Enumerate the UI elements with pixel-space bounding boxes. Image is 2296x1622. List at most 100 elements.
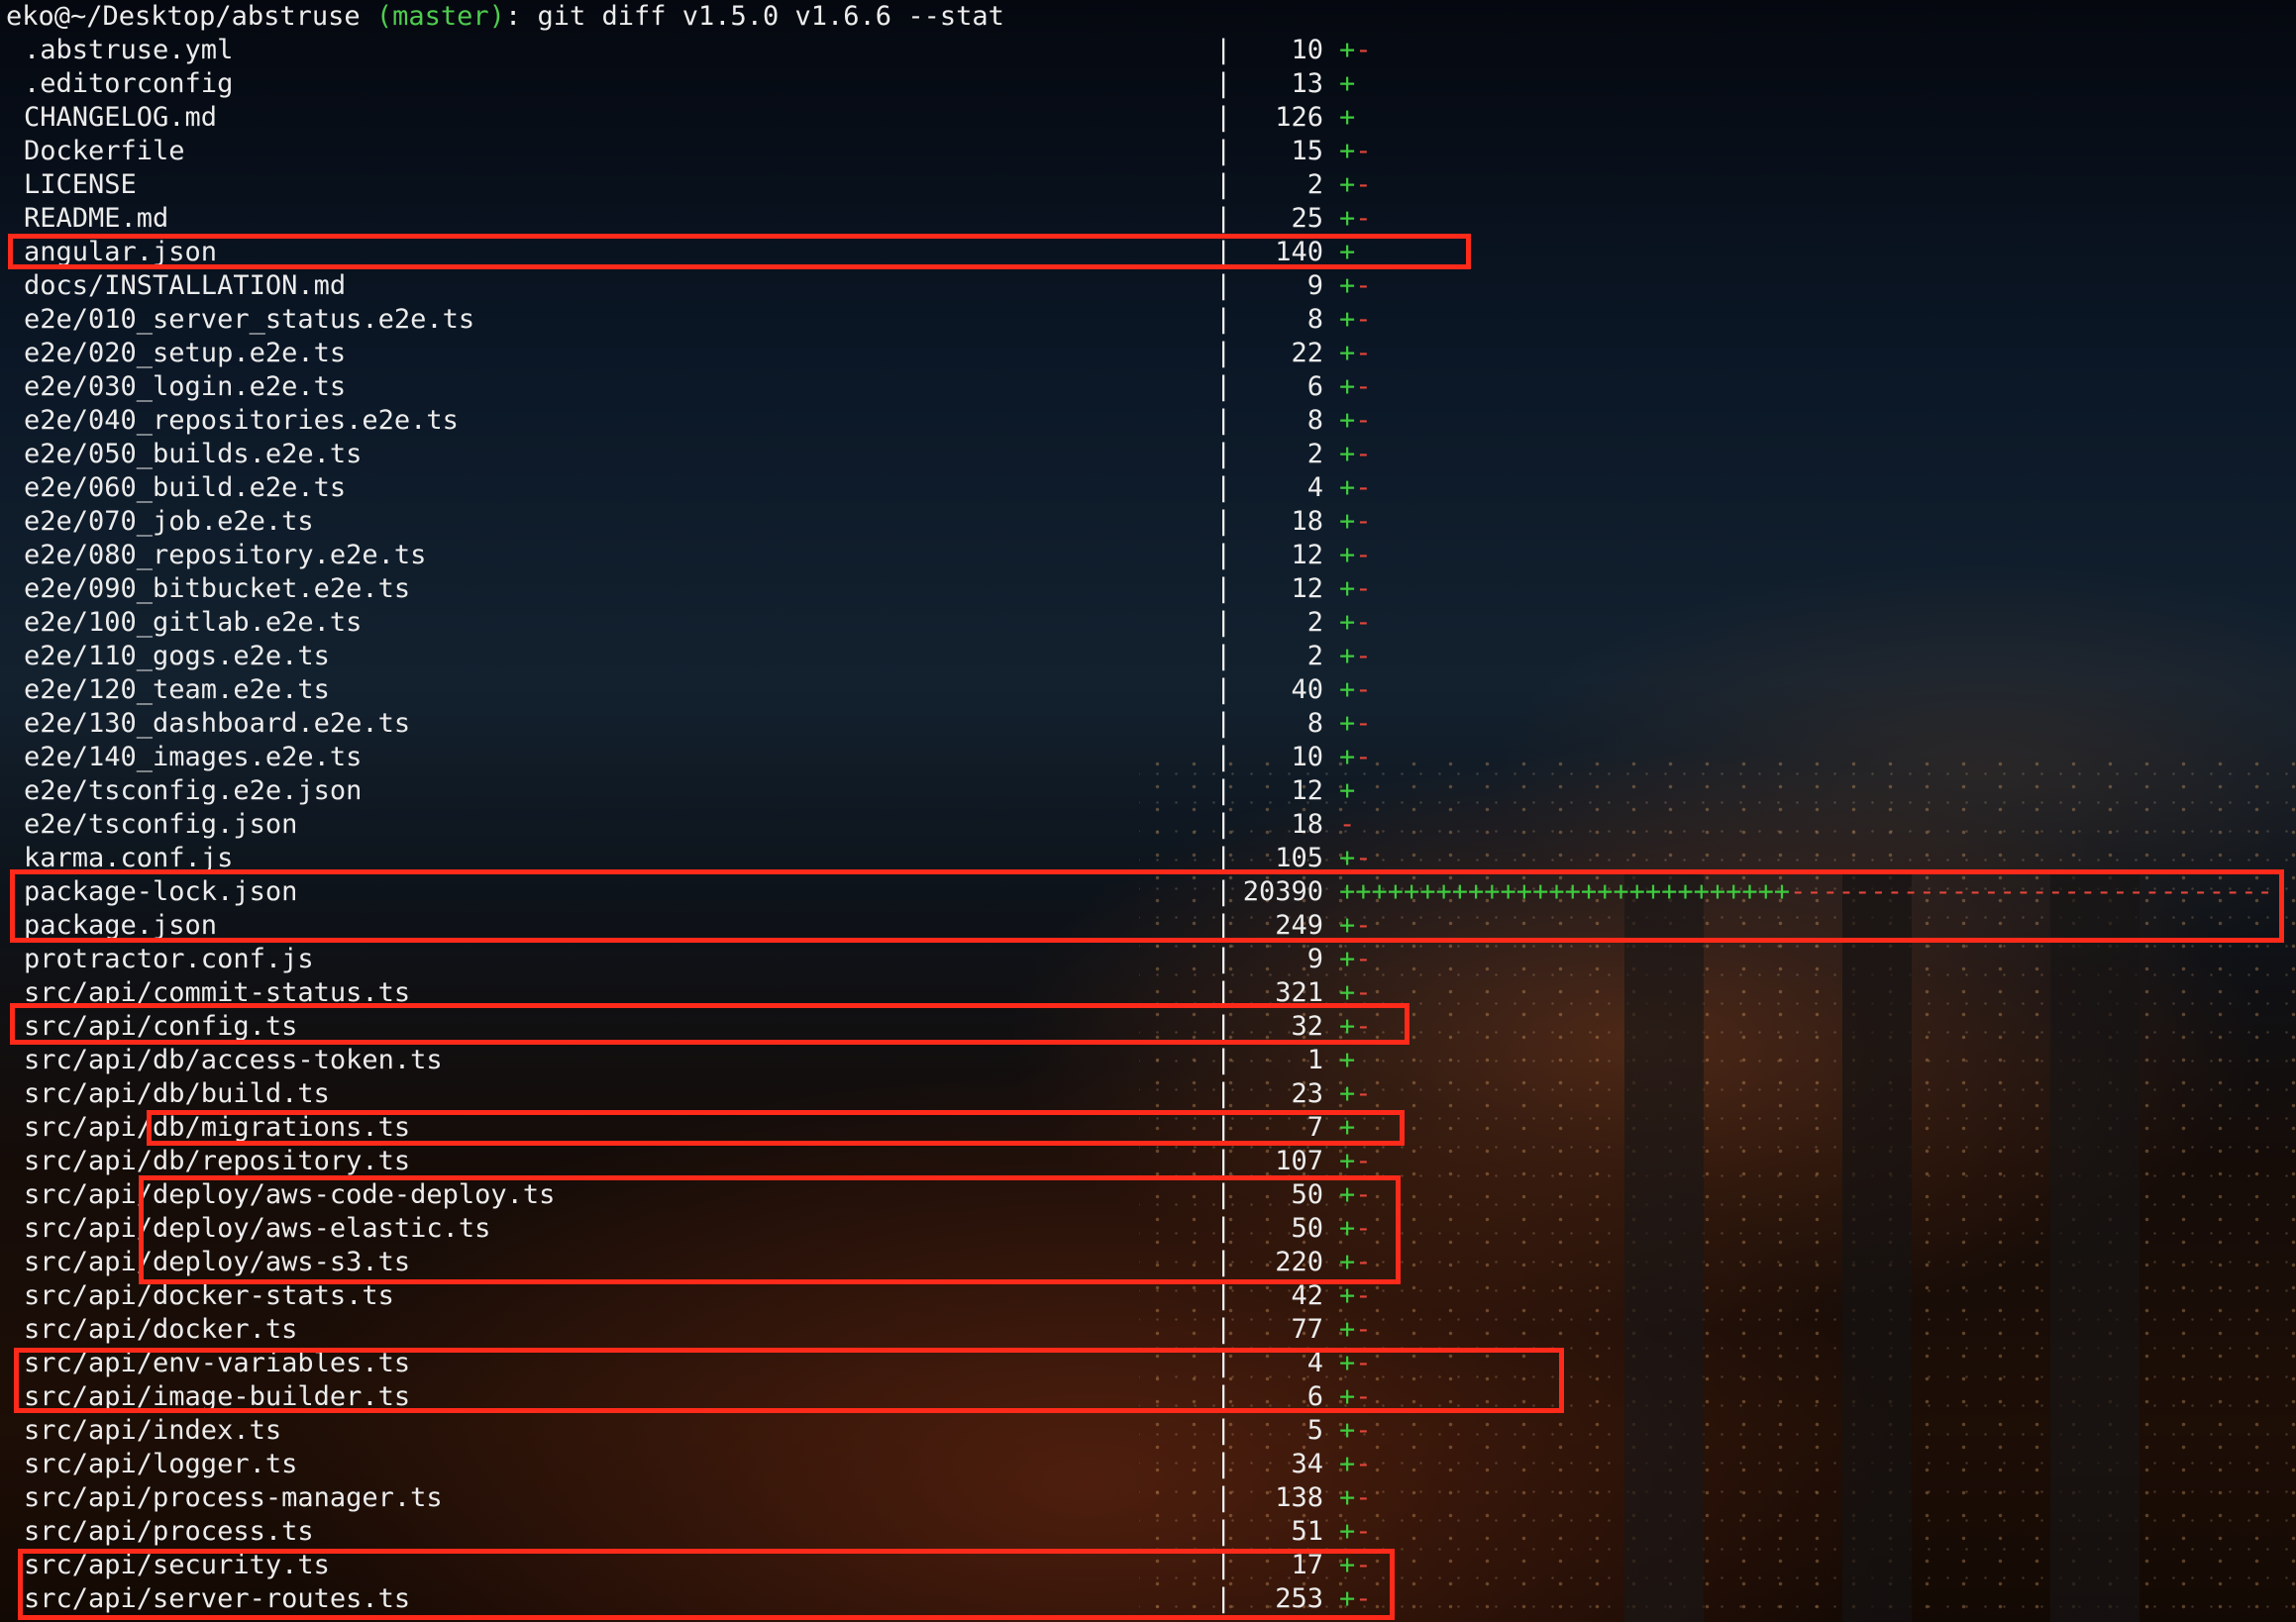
change-count: 140	[1275, 237, 1323, 267]
file-path: e2e/020_setup.e2e.ts	[24, 338, 347, 368]
change-graph: +-	[1339, 337, 1372, 370]
shell-prompt: eko@~/Desktop/abstruse (master): git dif…	[6, 0, 1004, 34]
change-count: 15	[1291, 136, 1323, 166]
deletions-marker: -	[1355, 439, 1372, 469]
change-count: 126	[1275, 102, 1323, 133]
file-path: src/api/deploy/aws-code-deploy.ts	[24, 1179, 556, 1210]
file-path: e2e/070_job.e2e.ts	[24, 506, 314, 537]
file-path: karma.conf.js	[24, 843, 234, 873]
change-count: 107	[1275, 1146, 1323, 1176]
file-path: package-lock.json	[24, 876, 298, 907]
change-count: 253	[1275, 1583, 1323, 1614]
change-graph: +-	[1339, 34, 1372, 67]
file-path: e2e/tsconfig.json	[24, 809, 298, 840]
file-path: LICENSE	[24, 169, 137, 200]
deletions-marker: -	[1355, 674, 1372, 705]
change-count: 2	[1306, 439, 1323, 469]
insertions-marker: +	[1339, 1381, 1356, 1412]
change-count: 40	[1291, 674, 1323, 705]
file-path: src/api/commit-status.ts	[24, 977, 411, 1008]
insertions-marker: +	[1339, 910, 1356, 941]
change-count: 10	[1291, 742, 1323, 772]
file-path: src/api/image-builder.ts	[24, 1381, 411, 1412]
file-path: e2e/010_server_status.e2e.ts	[24, 304, 475, 335]
insertions-marker: +	[1339, 472, 1356, 503]
deletions-marker: -	[1355, 1415, 1372, 1446]
file-path: src/api/process-manager.ts	[24, 1482, 443, 1513]
change-graph: +	[1339, 236, 1355, 269]
change-count: 321	[1275, 977, 1323, 1008]
deletions-marker: -	[1355, 944, 1372, 974]
insertions-marker: +	[1339, 136, 1356, 166]
file-path: src/api/db/repository.ts	[24, 1146, 411, 1176]
deletions-marker: -	[1355, 1381, 1372, 1412]
change-graph: +-	[1339, 135, 1372, 168]
insertions-marker: +	[1339, 203, 1356, 234]
change-graph: +-	[1339, 471, 1372, 505]
file-path: src/api/db/access-token.ts	[24, 1045, 443, 1075]
deletions-marker: -	[1355, 910, 1372, 941]
change-graph: +-	[1339, 202, 1372, 236]
change-graph: +-	[1339, 1448, 1372, 1481]
change-graph: +-	[1339, 842, 1372, 875]
insertions-marker: ++++++++++++++++++++++++++++	[1339, 876, 1791, 907]
insertions-marker: +	[1339, 1078, 1356, 1109]
insertions-marker: +	[1339, 775, 1356, 806]
change-graph: +-	[1339, 606, 1372, 640]
insertions-marker: +	[1339, 1213, 1356, 1244]
deletions-marker: -	[1355, 843, 1372, 873]
change-count: 105	[1275, 843, 1323, 873]
deletions-marker: -	[1355, 472, 1372, 503]
insertions-marker: +	[1339, 169, 1356, 200]
deletions-marker: -	[1355, 1247, 1372, 1277]
file-path: e2e/040_repositories.e2e.ts	[24, 405, 459, 436]
change-count: 50	[1291, 1213, 1323, 1244]
change-graph: +-	[1339, 1279, 1372, 1313]
file-path: src/api/security.ts	[24, 1550, 330, 1580]
file-path: e2e/110_gogs.e2e.ts	[24, 641, 330, 671]
change-graph: +-	[1339, 1212, 1372, 1246]
file-path: src/api/docker-stats.ts	[24, 1280, 394, 1311]
file-path: src/api/server-routes.ts	[24, 1583, 411, 1614]
insertions-marker: +	[1339, 977, 1356, 1008]
change-count: 2	[1306, 169, 1323, 200]
deletions-marker: -	[1355, 1583, 1372, 1614]
file-path: Dockerfile	[24, 136, 185, 166]
change-count: 32	[1291, 1011, 1323, 1042]
insertions-marker: +	[1339, 35, 1356, 65]
change-count: 42	[1291, 1280, 1323, 1311]
change-count: 9	[1306, 944, 1323, 974]
change-graph: +-	[1339, 909, 1372, 943]
change-graph: +-	[1339, 572, 1372, 606]
change-graph: +-	[1339, 1515, 1372, 1549]
deletions-marker: -	[1355, 1146, 1372, 1176]
insertions-marker: +	[1339, 1550, 1356, 1580]
prompt-user-path: eko@~/Desktop/abstruse	[6, 1, 361, 32]
insertions-marker: +	[1339, 338, 1356, 368]
insertions-marker: +	[1339, 944, 1356, 974]
insertions-marker: +	[1339, 674, 1356, 705]
change-graph: +-	[1339, 404, 1372, 438]
deletions-marker: -	[1355, 35, 1372, 65]
change-count: 22	[1291, 338, 1323, 368]
change-graph: +-	[1339, 707, 1372, 741]
change-count: 4	[1306, 1348, 1323, 1378]
change-graph: +-	[1339, 1077, 1372, 1111]
file-path: e2e/120_team.e2e.ts	[24, 674, 330, 705]
change-count: 17	[1291, 1550, 1323, 1580]
insertions-marker: +	[1339, 573, 1356, 604]
file-path: e2e/130_dashboard.e2e.ts	[24, 708, 411, 739]
change-graph: +-	[1339, 1549, 1372, 1582]
insertions-marker: +	[1339, 1415, 1356, 1446]
deletions-marker: -	[1355, 641, 1372, 671]
deletions-marker: -	[1355, 136, 1372, 166]
deletions-marker: -	[1355, 304, 1372, 335]
insertions-marker: +	[1339, 1348, 1356, 1378]
insertions-marker: +	[1339, 641, 1356, 671]
insertions-marker: +	[1339, 270, 1356, 301]
insertions-marker: +	[1339, 68, 1356, 99]
change-graph: +-	[1339, 943, 1372, 976]
file-path: protractor.conf.js	[24, 944, 314, 974]
file-path: e2e/030_login.e2e.ts	[24, 371, 347, 402]
change-count: 51	[1291, 1516, 1323, 1547]
